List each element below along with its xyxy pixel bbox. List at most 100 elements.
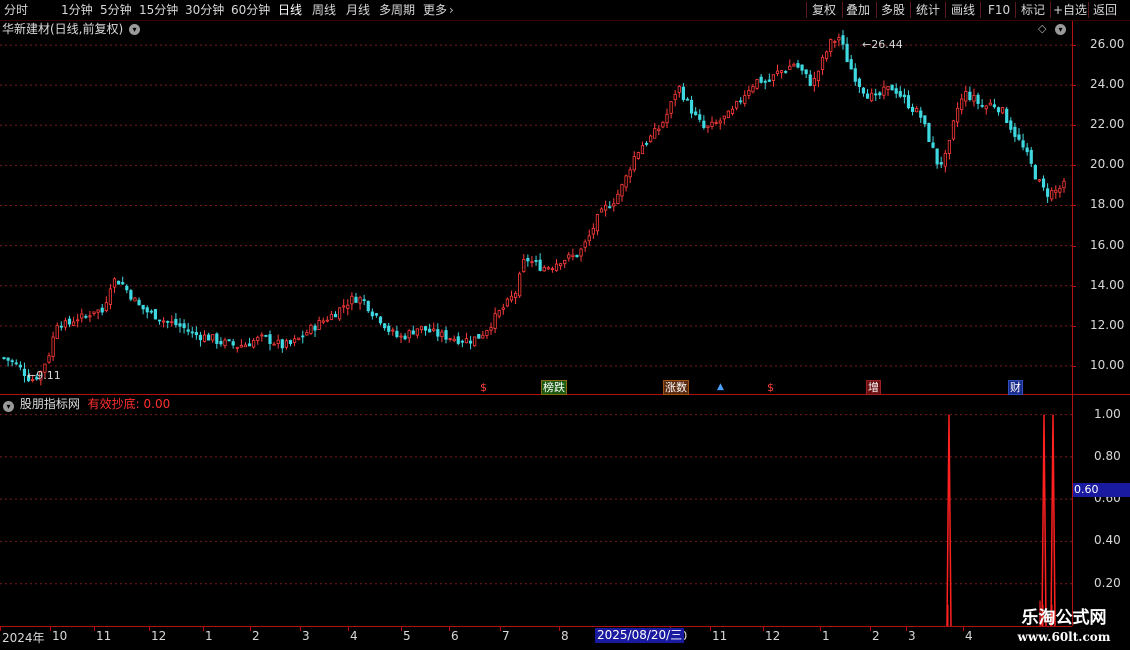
candle-body — [358, 297, 362, 304]
period-weekly[interactable]: 周线 — [312, 1, 336, 19]
candle-body — [55, 325, 59, 339]
price-tick-label: 20.00 — [1090, 157, 1125, 172]
candle-body — [1062, 180, 1066, 189]
candle-body — [980, 104, 984, 107]
candle-body — [747, 90, 751, 96]
period-more[interactable]: 更多 — [423, 1, 447, 19]
period-30min[interactable]: 30分钟 — [185, 1, 224, 19]
candle-body — [473, 336, 477, 347]
period-intraday[interactable]: 分时 — [4, 1, 28, 19]
candle-body — [272, 343, 276, 346]
multi-stock-button[interactable]: 多股 — [881, 1, 905, 19]
signal-dollar[interactable]: $ — [479, 381, 488, 394]
f10-button[interactable]: F10 — [988, 1, 1010, 19]
candle-body — [882, 86, 886, 96]
indicator-chart[interactable] — [0, 396, 1072, 626]
candle-body — [796, 63, 800, 68]
signal-finance[interactable]: 财 — [1008, 380, 1023, 395]
signal-limit-count[interactable]: 涨数 — [663, 380, 689, 395]
candle-body — [583, 241, 587, 248]
candle-body — [890, 84, 894, 91]
arrow-left-icon: ← — [862, 38, 872, 51]
candle-body — [825, 51, 829, 60]
triangle-up-icon[interactable]: ▲ — [716, 381, 725, 394]
candle-body — [268, 334, 272, 345]
candle-body — [984, 105, 988, 110]
candle-body — [22, 368, 27, 377]
candle-body — [104, 302, 108, 311]
candle-body — [927, 122, 931, 142]
period-1min[interactable]: 1分钟 — [61, 1, 93, 19]
candle-body — [256, 336, 260, 341]
time-tick-label: 3 — [302, 629, 310, 643]
period-monthly[interactable]: 月线 — [346, 1, 370, 19]
candle-body — [964, 91, 968, 102]
candle-body — [178, 323, 182, 327]
candle-body — [653, 128, 657, 139]
add-watchlist-button[interactable]: +自选 — [1053, 1, 1087, 19]
candle-body — [288, 340, 293, 344]
price-tick-label: 22.00 — [1090, 117, 1125, 132]
candle-body — [587, 235, 591, 242]
candle-body — [612, 203, 616, 207]
candle-body — [129, 290, 133, 300]
time-tick-label: 1 — [205, 629, 213, 643]
candle-body — [387, 325, 391, 332]
time-tick-label: 11 — [712, 629, 728, 643]
period-5min[interactable]: 5分钟 — [100, 1, 132, 19]
time-tick-label: 12 — [765, 629, 781, 643]
candle-body — [608, 206, 612, 209]
candle-body — [886, 85, 890, 90]
candle-body — [624, 175, 628, 188]
signal-board-fall[interactable]: 榜跌 — [541, 380, 567, 395]
candle-body — [108, 288, 113, 305]
candle-body — [865, 93, 870, 99]
candle-body — [1033, 164, 1037, 180]
time-tick-mark — [870, 627, 871, 631]
overlay-button[interactable]: 叠加 — [846, 1, 870, 19]
time-tick-mark — [401, 627, 402, 631]
candle-body — [243, 344, 248, 348]
back-button[interactable]: 返回 — [1093, 1, 1117, 19]
candle-body — [428, 328, 432, 333]
candle-body — [166, 320, 170, 323]
indicator-tick-label: 0.40 — [1094, 533, 1121, 548]
time-tick-mark — [0, 627, 1, 631]
period-daily[interactable]: 日线 — [278, 1, 302, 19]
candlestick-chart[interactable] — [0, 21, 1072, 394]
candle-body — [305, 332, 309, 336]
candle-body — [800, 64, 804, 71]
time-tick-label: 11 — [96, 629, 112, 643]
restore-rights-button[interactable]: 复权 — [812, 1, 836, 19]
candle-body — [211, 334, 215, 341]
candle-body — [669, 101, 673, 114]
period-multi[interactable]: 多周期 — [379, 1, 415, 19]
candle-body — [501, 307, 505, 310]
candle-body — [452, 338, 456, 342]
draw-line-button[interactable]: 画线 — [951, 1, 975, 19]
candle-body — [710, 121, 714, 127]
mark-button[interactable]: 标记 — [1021, 1, 1045, 19]
signal-dollar[interactable]: $ — [766, 381, 775, 394]
time-tick-label: 1 — [822, 629, 830, 643]
candle-body — [870, 92, 874, 102]
candle-body — [354, 296, 358, 303]
candle-body — [636, 152, 640, 159]
candle-body — [878, 92, 882, 96]
candle-body — [121, 282, 125, 285]
indicator-cursor-value: 0.60 — [1073, 483, 1130, 497]
watermark-url: www.60lt.com — [1017, 630, 1111, 644]
period-15min[interactable]: 15分钟 — [139, 1, 178, 19]
candle-body — [399, 335, 403, 338]
time-tick-mark — [149, 627, 150, 631]
candle-body — [771, 74, 776, 81]
candle-body — [951, 120, 956, 140]
indicator-tick-label: 0.20 — [1094, 575, 1121, 590]
chevron-right-icon[interactable]: › — [449, 1, 454, 19]
statistics-button[interactable]: 统计 — [916, 1, 940, 19]
signal-increase[interactable]: 增 — [866, 380, 881, 395]
cursor-date: 2025/08/20/三 — [595, 628, 685, 643]
time-tick-label: 5 — [403, 629, 411, 643]
period-60min[interactable]: 60分钟 — [231, 1, 270, 19]
time-tick-label: 3 — [908, 629, 916, 643]
